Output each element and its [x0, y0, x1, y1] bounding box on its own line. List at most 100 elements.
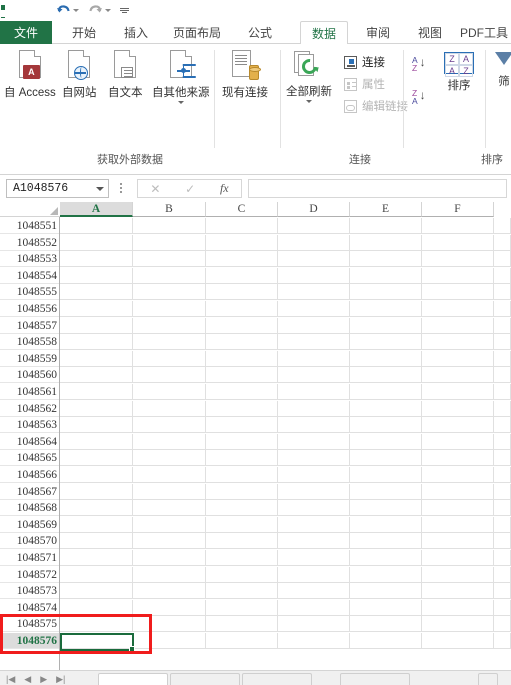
row-header-1048554[interactable]: 1048554: [0, 267, 60, 284]
cell-B1048564[interactable]: [133, 433, 206, 450]
cell-C1048576[interactable]: [206, 633, 278, 649]
cell-A1048564[interactable]: [60, 433, 133, 450]
cell-B1048556[interactable]: [133, 301, 206, 317]
cell-E1048561[interactable]: [350, 384, 422, 400]
cell-F1048566[interactable]: [422, 467, 494, 483]
save-icon[interactable]: [31, 3, 47, 18]
cell-E1048552[interactable]: [350, 234, 422, 251]
cell-A1048557[interactable]: [60, 317, 133, 334]
cell-A1048570[interactable]: [60, 533, 133, 550]
cell-A1048555[interactable]: [60, 284, 133, 301]
redo-dropdown-caret-icon[interactable]: [105, 9, 111, 12]
cell-G1048558[interactable]: [494, 334, 511, 351]
cell-F1048555[interactable]: [422, 284, 494, 301]
cell-A1048553[interactable]: [60, 251, 133, 268]
cell-D1048569[interactable]: [278, 516, 350, 533]
cell-E1048554[interactable]: [350, 267, 422, 284]
prev-sheet-icon[interactable]: ◀: [24, 674, 31, 685]
cell-C1048575[interactable]: [206, 616, 278, 633]
sheet-tab-2[interactable]: [170, 673, 240, 685]
row-header-1048561[interactable]: 1048561: [0, 384, 60, 400]
cell-E1048567[interactable]: [350, 483, 422, 500]
cell-C1048555[interactable]: [206, 284, 278, 301]
tab-file[interactable]: 文件: [0, 21, 52, 44]
from-other-sources-button[interactable]: 自其他来源: [152, 50, 210, 104]
cell-G1048573[interactable]: [494, 583, 511, 600]
cell-C1048554[interactable]: [206, 267, 278, 284]
refresh-all-caret-icon[interactable]: [306, 100, 312, 103]
cell-E1048571[interactable]: [350, 550, 422, 566]
cell-G1048572[interactable]: [494, 566, 511, 583]
row-header-1048557[interactable]: 1048557: [0, 317, 60, 334]
cell-G1048561[interactable]: [494, 384, 511, 400]
cell-D1048553[interactable]: [278, 251, 350, 268]
cell-E1048559[interactable]: [350, 350, 422, 367]
cell-F1048575[interactable]: [422, 616, 494, 633]
cell-C1048557[interactable]: [206, 317, 278, 334]
tab-data[interactable]: 数据: [300, 21, 348, 44]
cell-G1048564[interactable]: [494, 433, 511, 450]
cell-F1048576[interactable]: [422, 633, 494, 649]
cell-G1048568[interactable]: [494, 500, 511, 517]
cell-E1048565[interactable]: [350, 450, 422, 467]
cell-F1048559[interactable]: [422, 350, 494, 367]
cell-B1048559[interactable]: [133, 350, 206, 367]
first-sheet-icon[interactable]: |◀: [6, 674, 15, 685]
cell-A1048566[interactable]: [60, 467, 133, 483]
cell-F1048563[interactable]: [422, 417, 494, 434]
row-header-1048571[interactable]: 1048571: [0, 550, 60, 566]
cell-G1048570[interactable]: [494, 533, 511, 550]
undo-button[interactable]: [56, 4, 79, 18]
cell-F1048564[interactable]: [422, 433, 494, 450]
cell-B1048570[interactable]: [133, 533, 206, 550]
row-header-1048560[interactable]: 1048560: [0, 367, 60, 384]
cell-D1048559[interactable]: [278, 350, 350, 367]
cell-C1048556[interactable]: [206, 301, 278, 317]
cell-G1048569[interactable]: [494, 516, 511, 533]
cell-B1048560[interactable]: [133, 367, 206, 384]
cell-E1048574[interactable]: [350, 599, 422, 616]
cell-D1048551[interactable]: [278, 218, 350, 234]
row-header-1048566[interactable]: 1048566: [0, 467, 60, 483]
cell-C1048561[interactable]: [206, 384, 278, 400]
row-header-1048563[interactable]: 1048563: [0, 417, 60, 434]
column-header-b[interactable]: B: [133, 202, 206, 217]
cell-A1048569[interactable]: [60, 516, 133, 533]
cell-F1048574[interactable]: [422, 599, 494, 616]
column-header-e[interactable]: E: [350, 202, 422, 217]
cell-C1048559[interactable]: [206, 350, 278, 367]
cell-E1048551[interactable]: [350, 218, 422, 234]
cell-B1048554[interactable]: [133, 267, 206, 284]
cell-C1048573[interactable]: [206, 583, 278, 600]
cell-A1048556[interactable]: [60, 301, 133, 317]
cell-G1048557[interactable]: [494, 317, 511, 334]
cell-D1048561[interactable]: [278, 384, 350, 400]
cell-B1048572[interactable]: [133, 566, 206, 583]
cell-C1048572[interactable]: [206, 566, 278, 583]
cell-B1048574[interactable]: [133, 599, 206, 616]
row-header-1048556[interactable]: 1048556: [0, 301, 60, 317]
cell-B1048562[interactable]: [133, 400, 206, 417]
cell-D1048574[interactable]: [278, 599, 350, 616]
column-header-d[interactable]: D: [278, 202, 350, 217]
tab-formulas[interactable]: 公式: [238, 21, 282, 44]
cell-D1048571[interactable]: [278, 550, 350, 566]
sheet-tab-1[interactable]: [98, 673, 168, 685]
cell-D1048570[interactable]: [278, 533, 350, 550]
cell-B1048555[interactable]: [133, 284, 206, 301]
cell-G1048552[interactable]: [494, 234, 511, 251]
from-access-button[interactable]: A 自 Access: [4, 50, 56, 100]
cell-E1048570[interactable]: [350, 533, 422, 550]
cell-E1048566[interactable]: [350, 467, 422, 483]
cell-C1048566[interactable]: [206, 467, 278, 483]
from-web-button[interactable]: 自网站: [62, 50, 97, 100]
tab-review[interactable]: 审阅: [356, 21, 400, 44]
cell-G1048560[interactable]: [494, 367, 511, 384]
cell-D1048554[interactable]: [278, 267, 350, 284]
tab-view[interactable]: 视图: [408, 21, 452, 44]
cell-C1048564[interactable]: [206, 433, 278, 450]
cell-D1048557[interactable]: [278, 317, 350, 334]
sheet-tab-4[interactable]: [340, 673, 410, 685]
cell-C1048563[interactable]: [206, 417, 278, 434]
cell-F1048554[interactable]: [422, 267, 494, 284]
